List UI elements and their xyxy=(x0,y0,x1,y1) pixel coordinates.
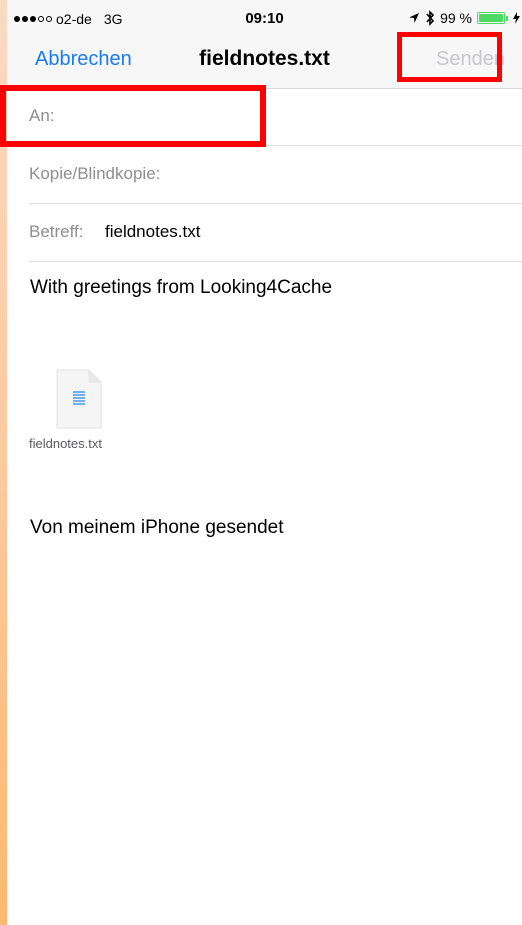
attachment-name: fieldnotes.txt xyxy=(29,436,102,451)
send-button-highlight xyxy=(397,32,502,82)
cc-bcc-label: Kopie/Blindkopie: xyxy=(29,164,161,183)
subject-label: Betreff: xyxy=(29,222,84,241)
message-greeting[interactable]: With greetings from Looking4Cache xyxy=(30,277,332,299)
subject-field[interactable]: Betreff: fieldnotes.txt xyxy=(29,204,522,262)
message-signature[interactable]: Von meinem iPhone gesendet xyxy=(30,517,284,539)
battery-percentage: 99 % xyxy=(440,10,472,26)
text-document-icon[interactable] xyxy=(55,368,103,430)
to-field-highlight xyxy=(0,85,266,147)
status-right: 99 % xyxy=(408,10,520,26)
charging-bolt-icon xyxy=(513,12,520,24)
battery-icon xyxy=(477,12,505,24)
subject-value[interactable]: fieldnotes.txt xyxy=(105,222,200,242)
bluetooth-icon xyxy=(426,10,435,26)
cc-bcc-field[interactable]: Kopie/Blindkopie: xyxy=(29,146,522,204)
location-arrow-icon xyxy=(409,13,420,23)
